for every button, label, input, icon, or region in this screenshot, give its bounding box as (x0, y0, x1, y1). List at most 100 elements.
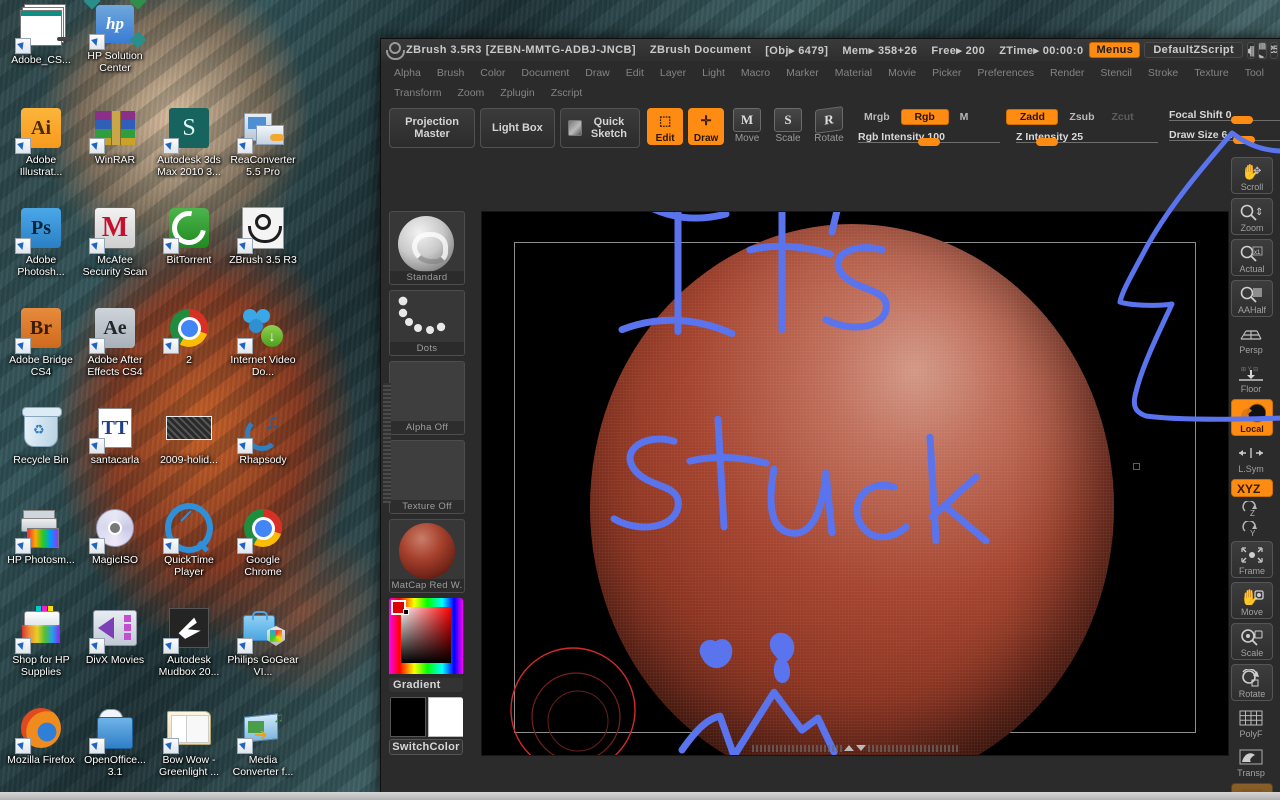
right-shelf-transp[interactable]: Transp (1231, 744, 1271, 779)
quick-sketch-button[interactable]: Quick Sketch (559, 108, 641, 148)
menu-item-texture[interactable]: Texture (1187, 64, 1235, 82)
menu-item-zplugin[interactable]: Zplugin (493, 84, 541, 102)
menu-item-stencil[interactable]: Stencil (1093, 64, 1139, 82)
right-shelf-polyf[interactable]: PolyF (1231, 705, 1271, 740)
rgb-intensity-slider[interactable]: Rgb Intensity 100 (857, 130, 1000, 146)
desktop-icon-quicktime-player[interactable]: QuickTime Player (152, 503, 226, 578)
taskbar[interactable] (0, 792, 1280, 800)
zcut-button[interactable]: Zcut (1106, 110, 1140, 124)
desktop-icon-shop-for-hp-supplies[interactable]: Shop for HP Supplies (4, 604, 78, 678)
m-button[interactable]: M (954, 110, 975, 124)
desktop-icon-autodesk-3ds-max-2010-3[interactable]: S Autodesk 3ds Max 2010 3... (152, 104, 226, 178)
desktop-icon-2009-holid[interactable]: 2009-holid... (152, 404, 226, 467)
desktop-icon-mozilla-firefox[interactable]: Mozilla Firefox (4, 704, 78, 767)
rgb-button[interactable]: Rgb (900, 108, 949, 125)
zadd-button[interactable]: Zadd (1006, 108, 1059, 125)
zsub-button[interactable]: Zsub (1063, 110, 1100, 124)
z-intensity-knob[interactable] (1035, 137, 1058, 146)
rgb-intensity-knob[interactable] (917, 137, 940, 146)
gradient-button[interactable]: Gradient (389, 678, 463, 692)
focal-shift-knob[interactable] (1230, 116, 1253, 124)
primary-color-swatch[interactable] (428, 697, 463, 737)
desktop-icon-santacarla[interactable]: TT santacarla (78, 404, 152, 467)
right-shelf-actual[interactable]: x1 Actual (1231, 239, 1273, 276)
desktop-icon-recycle-bin[interactable]: ♻ Recycle Bin (4, 404, 78, 467)
menu-item-marker[interactable]: Marker (779, 64, 826, 82)
material-selector[interactable]: MatCap Red W. (389, 519, 465, 593)
texture-selector[interactable]: Texture Off (389, 440, 465, 514)
desktop-icon-adobe-cs[interactable]: Adobe_CS... (4, 4, 78, 67)
desktop-icon-divx-movies[interactable]: DivX Movies (78, 604, 152, 667)
move-button[interactable]: M Move (729, 108, 765, 144)
rotate-button[interactable]: R Rotate (811, 106, 847, 144)
edit-button[interactable]: ⬚ Edit (647, 108, 684, 145)
color-picker[interactable]: Gradient (389, 598, 463, 692)
right-shelf-persp[interactable]: Persp (1231, 321, 1271, 356)
menu-item-document[interactable]: Document (514, 64, 576, 82)
menu-item-zoom[interactable]: Zoom (450, 84, 491, 102)
desktop-icon-bittorrent[interactable]: BitTorrent (152, 204, 226, 267)
switch-color-button[interactable]: SwitchColor (389, 739, 463, 755)
menu-item-render[interactable]: Render (1043, 64, 1091, 82)
light-box-button[interactable]: Light Box (480, 108, 555, 148)
stroke-selector[interactable]: Dots (389, 290, 465, 356)
scroll-right-button[interactable]: ||||▸ (1258, 41, 1267, 59)
desktop-icon-mcafee-security-scan[interactable]: M McAfee Security Scan (78, 204, 152, 278)
right-shelf-floor[interactable]: ⊞ Y ⊟ Floor (1231, 360, 1271, 395)
desktop-icon-magiciso[interactable]: MagicISO (78, 504, 152, 567)
menu-item-draw[interactable]: Draw (578, 64, 617, 82)
canvas-bottom-scroller[interactable] (482, 741, 1228, 755)
secondary-color-swatch[interactable] (390, 697, 426, 737)
projection-master-button[interactable]: Projection Master (389, 108, 476, 148)
desktop-icon-adobe-illustrat[interactable]: Ai Adobe Illustrat... (4, 104, 78, 178)
draw-size-knob[interactable] (1232, 136, 1255, 144)
menu-item-zscript[interactable]: Zscript (544, 84, 590, 102)
desktop-icon-internet-video-do[interactable]: ↓ Internet Video Do... (226, 304, 300, 378)
desktop-icon-hp-solution-center[interactable]: hp HP Solution Center (78, 0, 152, 74)
right-shelf-local[interactable]: Local (1231, 399, 1273, 436)
scroll-up-icon[interactable] (844, 745, 854, 751)
desktop-icon-bow-wow-greenlight[interactable]: Bow Wow - Greenlight ... (152, 704, 226, 778)
menu-item-tool[interactable]: Tool (1238, 64, 1271, 82)
desktop-icon-winrar[interactable]: WinRAR (78, 104, 152, 167)
z-intensity-slider[interactable]: Z Intensity 25 (1015, 130, 1158, 146)
right-shelf-aahalf[interactable]: AAHalf (1231, 280, 1273, 317)
right-shelf-frame[interactable]: Frame (1231, 541, 1273, 578)
desktop-icon-reaconverter-5-5-pro[interactable]: ReaConverter 5.5 Pro (226, 104, 300, 178)
desktop-icon-zbrush-3-5-r3[interactable]: ZBrush 3.5 R3 (226, 204, 300, 267)
right-shelf-y[interactable]: Y (1231, 521, 1271, 537)
brush-selector[interactable]: Standard (389, 211, 465, 285)
default-zscript-button[interactable]: DefaultZScript (1144, 42, 1244, 58)
draw-button[interactable]: ✛ Draw (688, 108, 725, 145)
menu-item-edit[interactable]: Edit (619, 64, 651, 82)
menu-item-material[interactable]: Material (828, 64, 879, 82)
right-shelf-z[interactable]: Z (1231, 501, 1271, 517)
right-shelf-zoom[interactable]: ⇕ Zoom (1231, 198, 1273, 235)
desktop-icon-autodesk-mudbox-20[interactable]: Autodesk Mudbox 20... (152, 604, 226, 678)
desktop-icon-hp-photosm[interactable]: HP Photosm... (4, 504, 78, 567)
right-shelf-rotate[interactable]: Rotate (1231, 664, 1273, 701)
desktop-icon-2[interactable]: 2 (152, 304, 226, 367)
saturation-square[interactable] (401, 607, 451, 663)
color-wheel[interactable] (389, 598, 463, 674)
desktop-icon-openoffice-3-1[interactable]: OpenOffice... 3.1 (78, 704, 152, 778)
mrgb-button[interactable]: Mrgb (858, 110, 896, 124)
alpha-selector[interactable]: Alpha Off (389, 361, 465, 435)
desktop-icon-rhapsody[interactable]: ♫ Rhapsody (226, 404, 300, 467)
right-shelf-move[interactable]: ✋ Move (1231, 582, 1273, 619)
scroll-left-button[interactable]: ◂|||| (1247, 41, 1256, 59)
desktop-icon-adobe-after-effects-cs4[interactable]: Ae Adobe After Effects CS4 (78, 304, 152, 378)
desktop-icon-philips-gogear-vi[interactable]: Philips GoGear VI... (226, 604, 300, 678)
menu-item-stroke[interactable]: Stroke (1141, 64, 1185, 82)
menu-item-light[interactable]: Light (695, 64, 732, 82)
menu-item-movie[interactable]: Movie (881, 64, 923, 82)
menu-item-brush[interactable]: Brush (430, 64, 471, 82)
scale-button[interactable]: S Scale (770, 108, 806, 144)
document-canvas[interactable] (481, 211, 1229, 756)
focal-shift-slider[interactable]: Focal Shift 0 (1168, 108, 1280, 124)
desktop-icon-google-chrome[interactable]: Google Chrome (226, 504, 300, 578)
scroll-down-icon[interactable] (856, 745, 866, 751)
right-shelf-scroll[interactable]: ✋ ✥ Scroll (1231, 157, 1273, 194)
desktop-icon-adobe-photosh[interactable]: Ps Adobe Photosh... (4, 204, 78, 278)
menu-item-color[interactable]: Color (473, 64, 512, 82)
